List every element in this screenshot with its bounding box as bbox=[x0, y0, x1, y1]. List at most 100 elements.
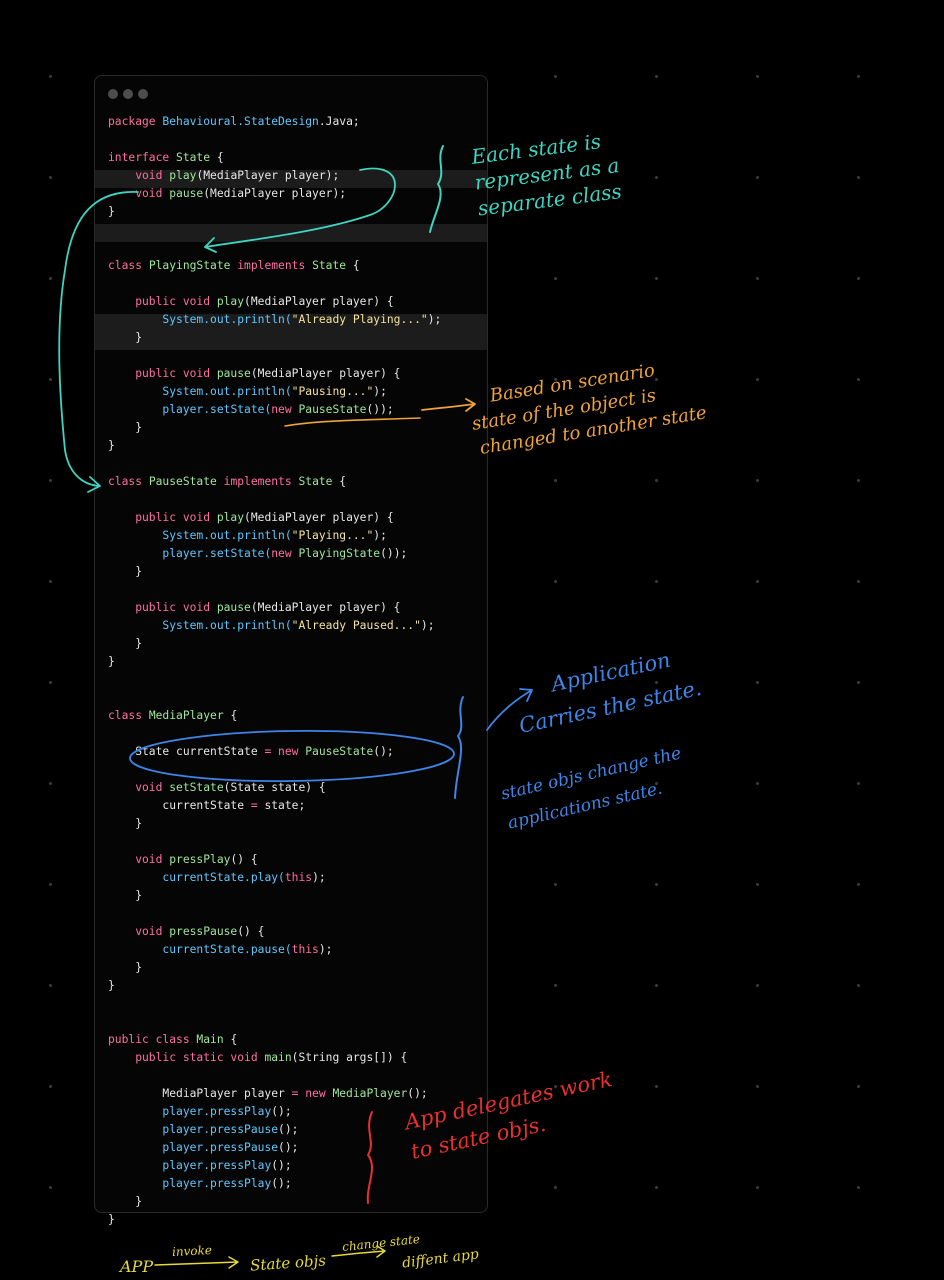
window-dot-minimize[interactable] bbox=[123, 89, 133, 99]
code-token: .setState( bbox=[203, 403, 272, 416]
code-line: void setState(State state) { bbox=[108, 779, 441, 797]
code-token: System bbox=[162, 619, 204, 632]
code-line: void pause(MediaPlayer player); bbox=[108, 185, 441, 203]
code-token: State bbox=[298, 475, 333, 488]
code-token: State currentState bbox=[108, 745, 265, 758]
code-token: void bbox=[108, 853, 170, 866]
code-token: } bbox=[108, 979, 115, 992]
code-token: (State state) { bbox=[223, 781, 326, 794]
code-token: .out.println( bbox=[203, 529, 292, 542]
code-line: public void play(MediaPlayer player) { bbox=[108, 293, 441, 311]
code-token: ); bbox=[312, 871, 326, 884]
code-token: class bbox=[108, 475, 149, 488]
code-token: = new bbox=[264, 745, 306, 758]
code-token: player.pressPlay bbox=[162, 1177, 272, 1190]
code-token: state; bbox=[264, 799, 306, 812]
code-token: void bbox=[108, 187, 170, 200]
code-token: ); bbox=[420, 619, 435, 632]
code-line: class PlayingState implements State { bbox=[108, 257, 441, 275]
code-line: class PauseState implements State { bbox=[108, 473, 441, 491]
window-dot-maximize[interactable] bbox=[138, 89, 148, 99]
code-token: pressPause bbox=[169, 925, 238, 938]
code-token: void bbox=[108, 925, 170, 938]
code-line: public void pause(MediaPlayer player) { bbox=[108, 599, 441, 617]
code-token: interface bbox=[108, 151, 177, 164]
code-token: ); bbox=[318, 943, 333, 956]
code-line: } bbox=[108, 329, 441, 347]
code-token: public void bbox=[108, 367, 217, 380]
window-dot-close[interactable] bbox=[108, 89, 118, 99]
code-token: (MediaPlayer player) { bbox=[250, 367, 401, 380]
code-token: PlayingState bbox=[298, 547, 381, 560]
code-token: = bbox=[250, 799, 265, 812]
code-token: currentState bbox=[108, 799, 251, 812]
code-token: void bbox=[108, 781, 170, 794]
code-line: } bbox=[108, 887, 441, 905]
code-token: } bbox=[108, 961, 143, 974]
orange-note: Based on scenario state of the object is… bbox=[470, 351, 708, 459]
code-token: main bbox=[264, 1051, 292, 1064]
code-token: setState bbox=[169, 781, 224, 794]
code-token: pause bbox=[216, 367, 251, 380]
code-line: player.pressPause(); bbox=[108, 1139, 441, 1157]
code-token: ()); bbox=[366, 403, 394, 416]
code-token: PlayingState bbox=[148, 259, 238, 272]
code-token: } bbox=[108, 817, 143, 830]
code-editor[interactable]: package Behavioural.StateDesign.Java; int… bbox=[108, 113, 441, 1229]
code-token: (); bbox=[271, 1159, 292, 1172]
code-token: public void bbox=[108, 511, 217, 524]
code-token: { bbox=[223, 1033, 238, 1046]
code-token: currentState.play( bbox=[162, 871, 285, 884]
code-token: player.pressPlay bbox=[162, 1105, 272, 1118]
code-line: } bbox=[108, 653, 441, 671]
code-line: } bbox=[108, 815, 441, 833]
code-token: Behavioural.StateDesign bbox=[162, 115, 319, 128]
code-token: "Already Playing..." bbox=[291, 313, 428, 326]
code-token: public static void bbox=[108, 1051, 265, 1064]
code-token: implements bbox=[237, 259, 313, 272]
code-token: MediaPlayer player bbox=[108, 1087, 292, 1100]
code-line: } bbox=[108, 959, 441, 977]
code-line: currentState = state; bbox=[108, 797, 441, 815]
code-line: public static void main(String args[]) { bbox=[108, 1049, 441, 1067]
code-token: Main bbox=[196, 1033, 224, 1046]
code-line: State currentState = new PauseState(); bbox=[108, 743, 441, 761]
code-line: System.out.println("Pausing..."); bbox=[108, 383, 441, 401]
code-token: } bbox=[108, 439, 115, 452]
code-line: } bbox=[108, 1211, 441, 1229]
code-token: .Java; bbox=[318, 115, 360, 128]
code-token: class bbox=[108, 259, 149, 272]
blue-note-state-objs: state objs change the applications state… bbox=[498, 739, 691, 839]
code-token: new bbox=[271, 403, 299, 416]
code-token: (); bbox=[278, 1141, 299, 1154]
code-token: = new bbox=[291, 1087, 333, 1100]
code-token: play bbox=[216, 295, 245, 308]
code-token: PauseState bbox=[148, 475, 224, 488]
code-line: player.setState(new PlayingState()); bbox=[108, 545, 441, 563]
code-token: this bbox=[291, 943, 319, 956]
code-line: MediaPlayer player = new MediaPlayer(); bbox=[108, 1085, 441, 1103]
code-token: (MediaPlayer player) { bbox=[244, 511, 394, 524]
code-token: .setState( bbox=[203, 547, 272, 560]
code-token: play bbox=[169, 169, 197, 182]
code-line: } bbox=[108, 1193, 441, 1211]
code-token: new bbox=[271, 547, 299, 560]
code-token: } bbox=[108, 331, 143, 344]
code-token: .out.println( bbox=[203, 313, 292, 326]
code-token: (); bbox=[271, 1177, 292, 1190]
code-token: currentState.pause( bbox=[162, 943, 292, 956]
